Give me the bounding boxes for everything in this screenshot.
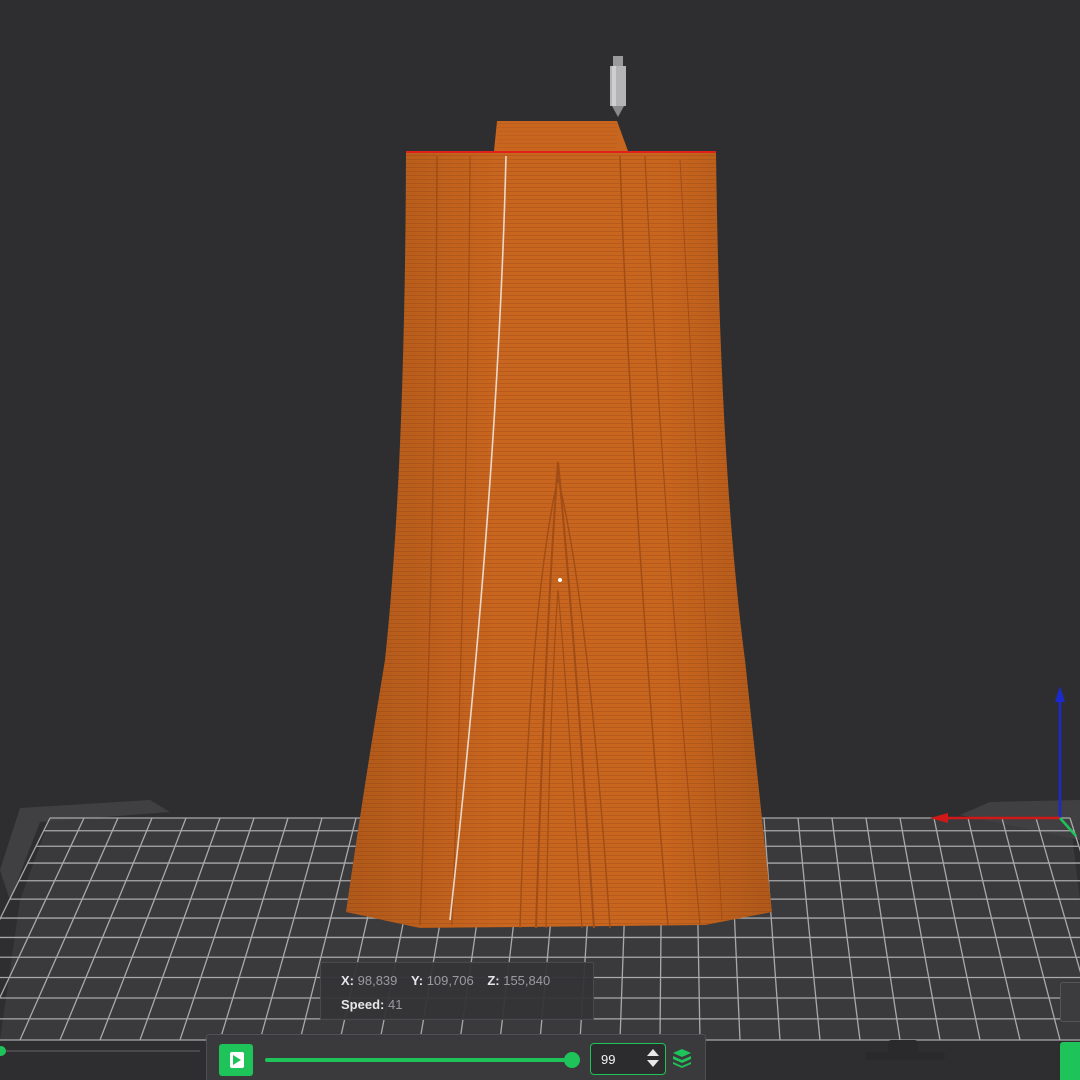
x-label: X: bbox=[341, 973, 354, 988]
layer-input[interactable] bbox=[599, 1048, 643, 1070]
progress-slider-track[interactable] bbox=[265, 1058, 573, 1062]
position-row: X: 98,839 Y: 109,706 Z: 155,840 bbox=[341, 973, 560, 988]
layers-button[interactable] bbox=[671, 1047, 693, 1069]
plate-marker bbox=[865, 1040, 945, 1060]
nozzle-icon bbox=[610, 56, 626, 117]
gcode-position-readout: X: 98,839 Y: 109,706 Z: 155,840 Speed: 4… bbox=[320, 962, 594, 1020]
speed-row: Speed: 41 bbox=[341, 997, 412, 1012]
y-value: 109,706 bbox=[426, 973, 474, 988]
layer-spinbox[interactable] bbox=[590, 1043, 666, 1075]
spin-arrows[interactable] bbox=[646, 1048, 660, 1070]
playback-control-bar bbox=[206, 1034, 706, 1080]
action-button[interactable] bbox=[1060, 1042, 1080, 1080]
chevron-down-icon[interactable] bbox=[647, 1060, 659, 1067]
z-value: 155,840 bbox=[503, 973, 551, 988]
x-value: 98,839 bbox=[357, 973, 398, 988]
progress-slider-handle[interactable] bbox=[564, 1052, 580, 1068]
chevron-up-icon[interactable] bbox=[647, 1049, 659, 1056]
play-icon bbox=[230, 1052, 244, 1068]
speed-value: 41 bbox=[387, 997, 403, 1012]
z-label: Z: bbox=[487, 973, 500, 988]
printed-model bbox=[346, 121, 772, 929]
horizontal-slider-track[interactable] bbox=[0, 1050, 200, 1052]
layers-icon bbox=[673, 1049, 691, 1068]
y-label: Y: bbox=[411, 973, 424, 988]
scene bbox=[0, 56, 1080, 1060]
speed-label: Speed: bbox=[341, 997, 385, 1012]
play-button[interactable] bbox=[219, 1044, 253, 1076]
3d-viewport[interactable]: X: 98,839 Y: 109,706 Z: 155,840 Speed: 4… bbox=[0, 0, 1080, 1080]
side-panel-tab[interactable] bbox=[1060, 982, 1080, 1022]
